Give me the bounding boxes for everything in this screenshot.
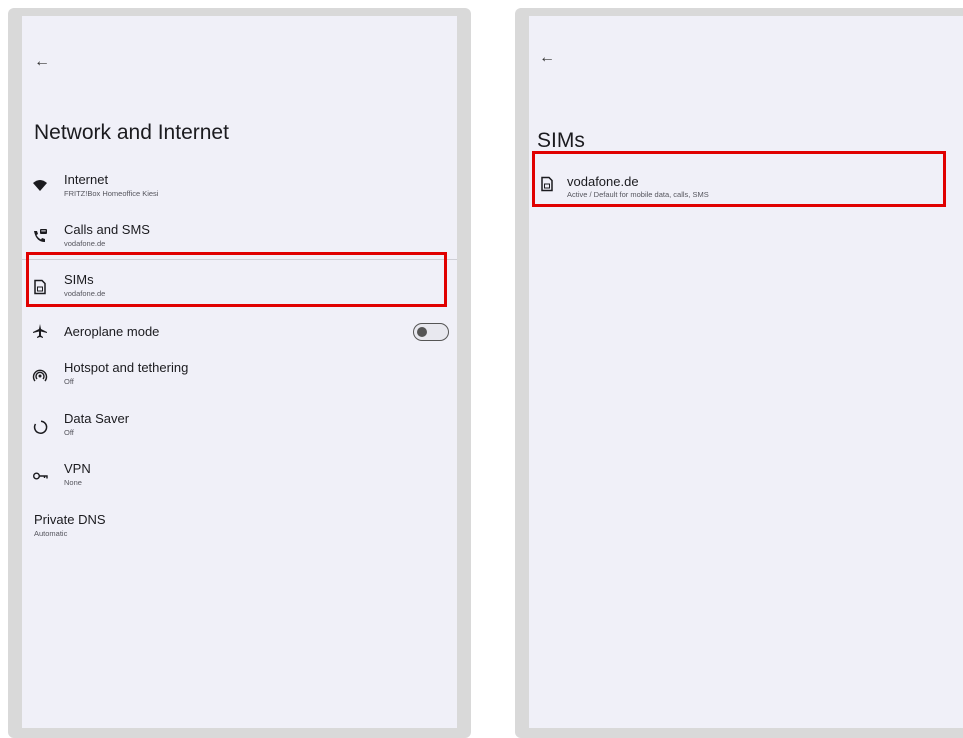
item-subtitle: Off bbox=[64, 377, 74, 386]
toggle-knob bbox=[417, 326, 427, 337]
item-subtitle: FRITZ!Box Homeoffice Kiesi bbox=[64, 189, 159, 198]
sims-screen: ← SIMs vodafone.de Active / Default for … bbox=[529, 16, 963, 728]
airplane-icon bbox=[33, 324, 47, 338]
vpn-key-icon bbox=[33, 472, 48, 480]
back-arrow-icon[interactable]: ← bbox=[539, 50, 555, 66]
settings-item-data-saver[interactable]: Data Saver Off bbox=[22, 411, 457, 441]
page-title: Network and Internet bbox=[34, 121, 229, 144]
item-label: Aeroplane mode bbox=[64, 324, 160, 339]
item-label: Internet bbox=[64, 172, 109, 187]
settings-item-aeroplane-mode[interactable]: Aeroplane mode bbox=[22, 321, 457, 343]
wifi-icon bbox=[33, 180, 47, 191]
hotspot-icon bbox=[32, 369, 48, 382]
sims-highlight-box bbox=[26, 252, 447, 307]
settings-item-internet[interactable]: Internet FRITZ!Box Homeoffice Kiesi bbox=[22, 172, 457, 202]
network-internet-screen: ← Network and Internet Internet FRITZ!Bo… bbox=[22, 16, 457, 728]
settings-item-private-dns[interactable]: Private DNS Automatic bbox=[22, 512, 457, 542]
item-subtitle: None bbox=[64, 478, 82, 487]
item-label: Hotspot and tethering bbox=[64, 360, 189, 375]
back-arrow-icon[interactable]: ← bbox=[34, 54, 50, 70]
item-subtitle: vodafone.de bbox=[64, 239, 106, 248]
settings-item-hotspot[interactable]: Hotspot and tethering Off bbox=[22, 360, 457, 390]
sim-vodafone-highlight-box bbox=[532, 151, 946, 207]
aeroplane-mode-toggle[interactable] bbox=[413, 323, 449, 341]
page-title: SIMs bbox=[537, 129, 585, 152]
right-phone-frame: ← SIMs vodafone.de Active / Default for … bbox=[515, 8, 963, 738]
item-subtitle: Off bbox=[64, 428, 74, 437]
item-label: Private DNS bbox=[34, 512, 106, 527]
data-saver-icon bbox=[33, 420, 48, 434]
item-subtitle: Automatic bbox=[34, 529, 68, 538]
item-label: Calls and SMS bbox=[64, 222, 150, 237]
item-label: VPN bbox=[64, 461, 91, 476]
item-label: Data Saver bbox=[64, 411, 130, 426]
left-phone-frame: ← Network and Internet Internet FRITZ!Bo… bbox=[8, 8, 471, 738]
settings-item-vpn[interactable]: VPN None bbox=[22, 461, 457, 491]
settings-item-calls-sms[interactable]: Calls and SMS vodafone.de bbox=[22, 222, 457, 252]
calls-sms-icon bbox=[34, 229, 47, 242]
